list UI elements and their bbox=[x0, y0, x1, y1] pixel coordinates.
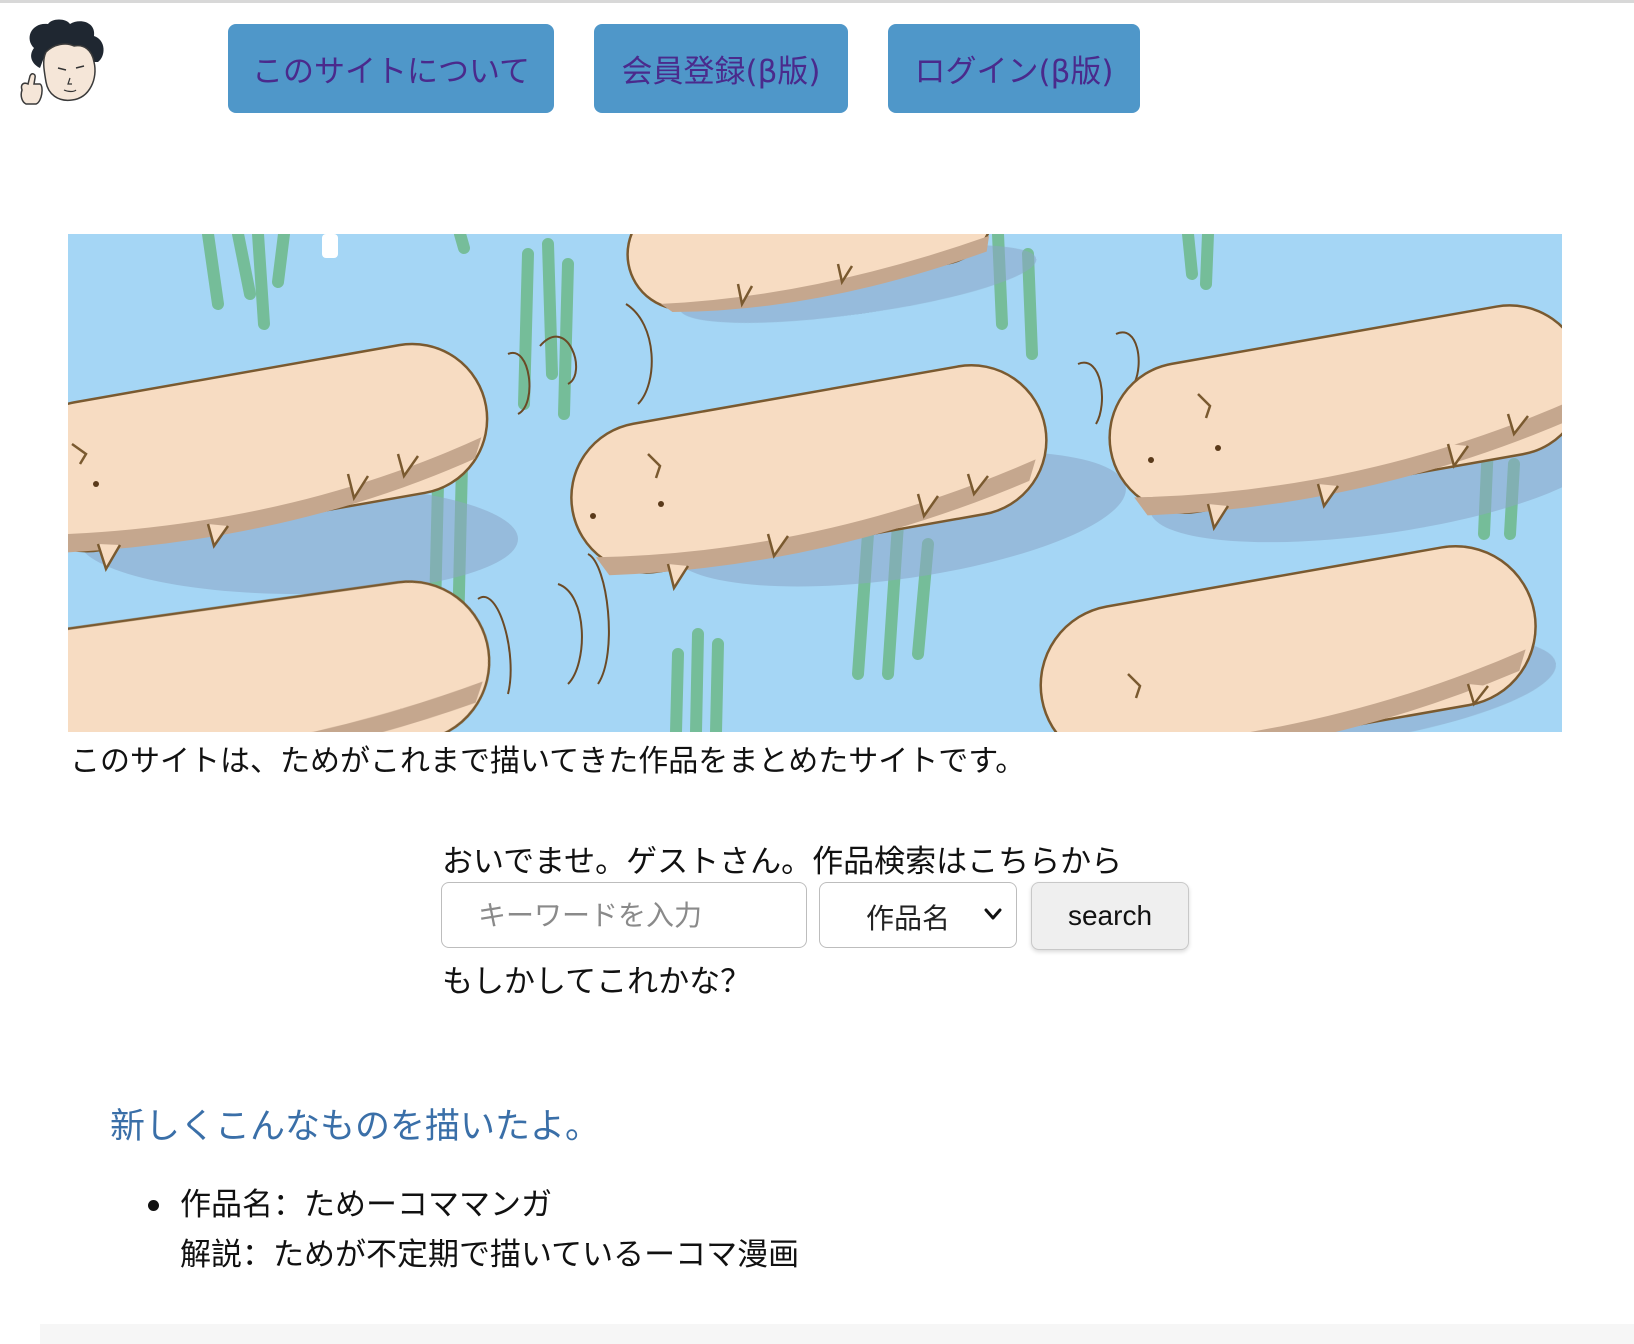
welcome-message: おいでませ。ゲストさん。作品検索はこちらから bbox=[442, 844, 1123, 880]
search-suggestion-label: もしかしてこれかな？ bbox=[442, 964, 752, 1000]
nav-about-button[interactable]: このサイトについて bbox=[228, 24, 554, 113]
chevron-down-icon bbox=[984, 908, 1002, 920]
hero-illustration bbox=[68, 234, 1562, 732]
new-works-heading: 新しくこんなものを描いたよ。 bbox=[110, 1107, 601, 1147]
bullet bbox=[148, 1200, 159, 1211]
site-intro-text: このサイトは、ためがこれまで描いてきた作品をまとめたサイトです。 bbox=[70, 744, 1026, 779]
nav-register-button[interactable]: 会員登録(β版) bbox=[594, 24, 848, 113]
new-works-list: 作品名：ためーコママンガ 解説：ためが不定期で描いているーコマ漫画 bbox=[144, 1180, 799, 1280]
footer-area bbox=[40, 1324, 1634, 1344]
site-logo[interactable] bbox=[18, 18, 114, 108]
search-type-select[interactable]: 作品名 bbox=[819, 882, 1017, 948]
work-title[interactable]: 作品名：ためーコママンガ bbox=[180, 1180, 799, 1230]
nav-login-button[interactable]: ログイン(β版) bbox=[888, 24, 1140, 113]
search-type-value: 作品名 bbox=[866, 902, 951, 935]
work-description: 解説：ためが不定期で描いているーコマ漫画 bbox=[180, 1237, 800, 1273]
list-item: 作品名：ためーコママンガ 解説：ためが不定期で描いているーコマ漫画 bbox=[144, 1180, 799, 1280]
top-border bbox=[0, 0, 1634, 3]
search-button[interactable]: search bbox=[1031, 882, 1189, 950]
search-input[interactable] bbox=[441, 882, 807, 948]
avatar-thumbs-up-icon bbox=[20, 19, 104, 105]
